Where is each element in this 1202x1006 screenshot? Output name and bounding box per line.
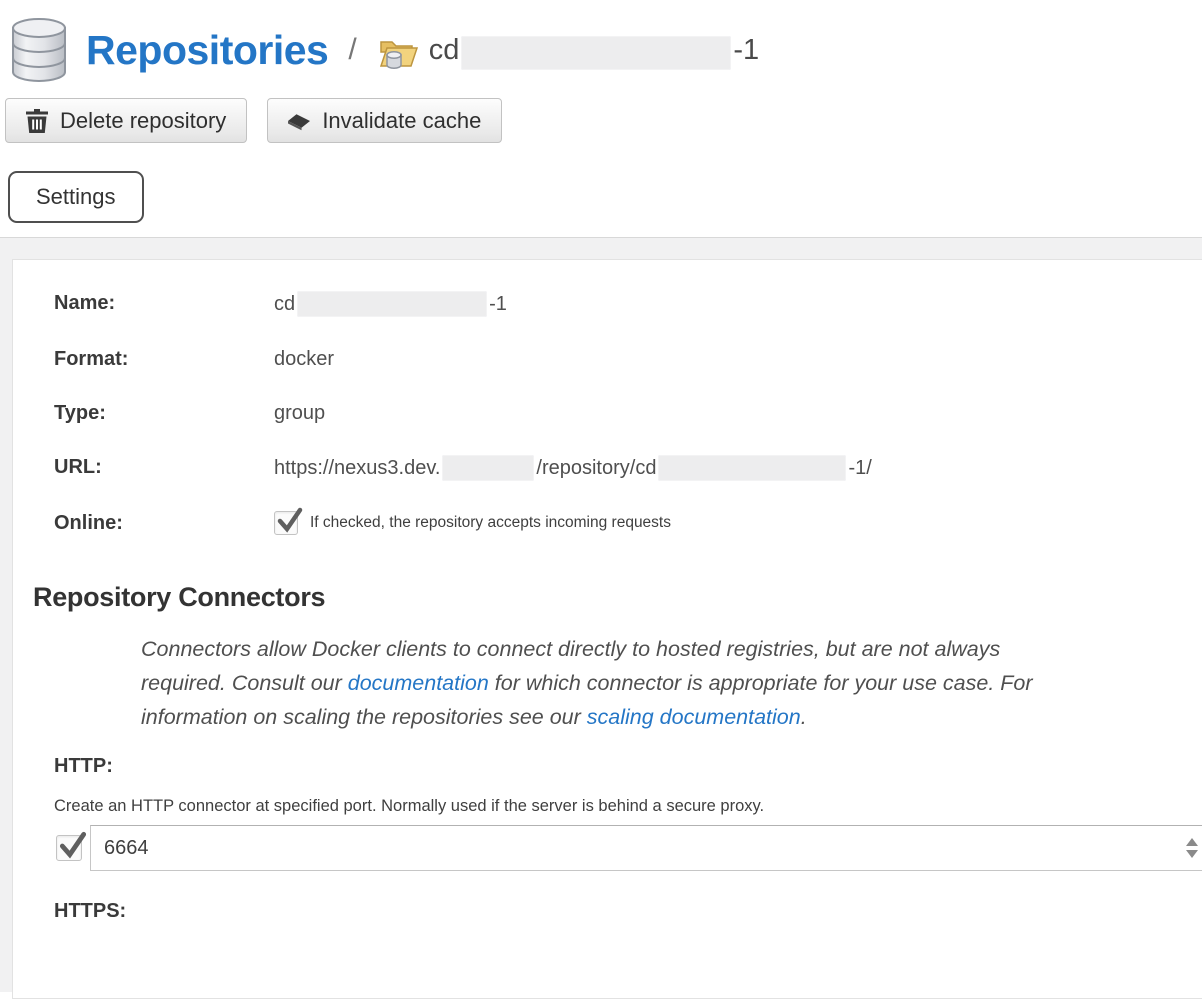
redacted-text (442, 455, 534, 481)
type-value: group (274, 401, 325, 425)
invalidate-cache-button[interactable]: Invalidate cache (267, 98, 502, 143)
redacted-text (297, 291, 487, 317)
online-value: If checked, the repository accepts incom… (274, 511, 671, 535)
https-label: HTTPS: (54, 900, 1202, 923)
url-label: URL: (54, 455, 274, 481)
redacted-text (461, 36, 731, 70)
http-label: HTTP: (54, 755, 1202, 778)
checkmark-icon (276, 505, 304, 535)
online-checkbox[interactable] (274, 511, 298, 535)
format-value: docker (274, 347, 334, 371)
format-label: Format: (54, 347, 274, 371)
name-value-suffix: -1 (489, 292, 507, 316)
page-header: Repositories / cd -1 (0, 0, 1202, 86)
documentation-link[interactable]: documentation (348, 671, 489, 695)
type-label: Type: (54, 401, 274, 425)
breadcrumb-repo-name: cd -1 (429, 30, 759, 70)
url-part3: -1/ (848, 456, 871, 480)
breadcrumb-separator: / (348, 33, 356, 67)
spinner-down-icon[interactable] (1186, 850, 1198, 858)
description-text: . (801, 705, 807, 729)
tab-bar: Settings (0, 171, 1202, 238)
toolbar: Delete repository Invalidate cache (0, 98, 1202, 143)
scaling-documentation-link[interactable]: scaling documentation (587, 705, 801, 729)
tab-settings[interactable]: Settings (8, 171, 144, 223)
delete-repository-label: Delete repository (60, 108, 226, 134)
name-label: Name: (54, 291, 274, 317)
http-connector-checkbox[interactable] (56, 835, 82, 861)
name-value: cd -1 (274, 291, 507, 317)
repository-connectors-heading: Repository Connectors (33, 582, 1202, 613)
field-row-url: URL: https://nexus3.dev. /repository/cd -1… (54, 455, 1202, 481)
repository-folder-icon (379, 35, 419, 71)
repo-name-prefix: cd (429, 34, 460, 67)
http-port-field (90, 825, 1202, 871)
connectors-description: Connectors allow Docker clients to conne… (141, 632, 1081, 734)
settings-panel: Name: cd -1 Format: docker Type: group UR… (12, 259, 1202, 999)
database-icon (10, 17, 68, 83)
redacted-text (658, 455, 846, 481)
http-port-input[interactable] (90, 825, 1202, 871)
checkmark-icon (58, 829, 88, 861)
online-help-text: If checked, the repository accepts incom… (310, 511, 671, 535)
url-part1: https://nexus3.dev. (274, 456, 440, 480)
field-row-type: Type: group (54, 401, 1202, 425)
page-title: Repositories (86, 27, 328, 74)
field-row-online: Online: If checked, the repository accep… (54, 511, 1202, 535)
content-area: Name: cd -1 Format: docker Type: group UR… (0, 238, 1202, 992)
field-row-format: Format: docker (54, 347, 1202, 371)
online-label: Online: (54, 511, 274, 535)
invalidate-cache-label: Invalidate cache (322, 108, 481, 134)
name-value-prefix: cd (274, 292, 295, 316)
trash-icon (26, 109, 48, 133)
delete-repository-button[interactable]: Delete repository (5, 98, 247, 143)
url-value: https://nexus3.dev. /repository/cd -1/ (274, 455, 872, 481)
http-connector-row (56, 825, 1202, 871)
url-part2: /repository/cd (536, 456, 656, 480)
number-spinner[interactable] (1186, 838, 1198, 858)
spinner-up-icon[interactable] (1186, 838, 1198, 846)
repo-name-suffix: -1 (733, 34, 759, 67)
eraser-icon (288, 109, 310, 133)
field-row-name: Name: cd -1 (54, 291, 1202, 317)
http-help-text: Create an HTTP connector at specified po… (54, 797, 1202, 816)
